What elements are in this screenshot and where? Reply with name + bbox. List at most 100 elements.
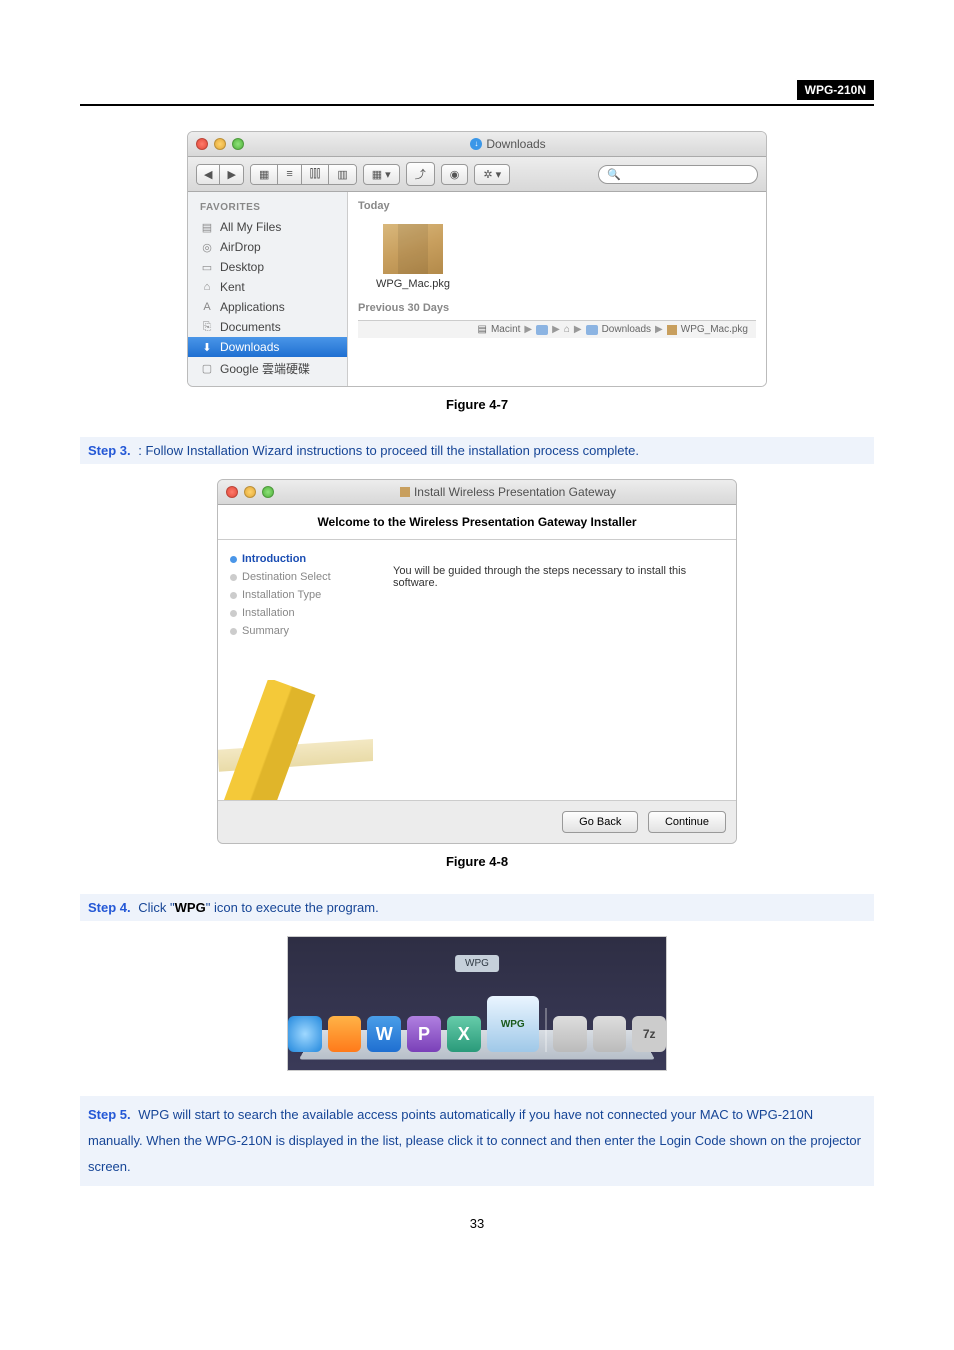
traffic-lights xyxy=(226,486,274,498)
installer-artwork xyxy=(218,680,373,800)
figure-caption: Figure 4-7 xyxy=(80,397,874,412)
step-text: : Follow Installation Wizard instruction… xyxy=(138,443,639,458)
coverflow-view-button[interactable]: ▥ xyxy=(329,165,355,184)
applications-icon: A xyxy=(200,300,214,314)
nav-label: Introduction xyxy=(242,553,306,565)
sidebar-item-documents[interactable]: ⎘Documents xyxy=(188,317,347,337)
package-icon xyxy=(400,487,410,497)
nav-label: Installation Type xyxy=(242,589,321,601)
chevron-right-icon: ▶ xyxy=(655,324,663,335)
close-icon[interactable] xyxy=(196,138,208,150)
path-segment[interactable]: Downloads xyxy=(602,324,651,335)
sidebar-heading: FAVORITES xyxy=(188,198,347,217)
sidebar-item-label: Applications xyxy=(220,300,285,314)
traffic-lights xyxy=(196,138,244,150)
chevron-right-icon: ▶ xyxy=(574,324,582,335)
sidebar-item-all-my-files[interactable]: ▤All My Files xyxy=(188,217,347,237)
nav-summary: Summary xyxy=(230,622,373,640)
dock-tooltip: WPG xyxy=(455,955,499,972)
installer-title: Install Wireless Presentation Gateway xyxy=(414,485,616,499)
step-text-prefix: Click " xyxy=(138,900,174,915)
step-text-suffix: " icon to execute the program. xyxy=(206,900,379,915)
dock-app-icon[interactable]: X xyxy=(447,1016,481,1052)
nav-introduction: Introduction xyxy=(230,550,373,568)
dock-wpg-icon[interactable]: WPG xyxy=(487,996,539,1052)
step-text: WPG will start to search the available a… xyxy=(88,1107,861,1174)
path-bar: ▤ Macint ▶ ▶ ⌂ ▶ Downloads ▶ WPG_Mac.pkg xyxy=(358,320,756,338)
chevron-right-icon: ▶ xyxy=(524,324,532,335)
minimize-icon[interactable] xyxy=(244,486,256,498)
dock-7z-icon[interactable]: 7z xyxy=(632,1016,666,1052)
arrange-button[interactable]: ▦ ▾ xyxy=(363,164,400,185)
step-dot-icon xyxy=(230,574,237,581)
step-dot-icon xyxy=(230,628,237,635)
sidebar-item-applications[interactable]: A Applications xyxy=(188,297,347,317)
documents-icon: ⎘ xyxy=(200,320,214,334)
search-input[interactable]: 🔍 xyxy=(598,165,758,184)
installer-body-text: You will be guided through the steps nec… xyxy=(393,565,716,589)
figure-caption: Figure 4-8 xyxy=(80,854,874,869)
close-icon[interactable] xyxy=(226,486,238,498)
sidebar-item-downloads[interactable]: ⬇Downloads xyxy=(188,337,347,357)
nav-label: Summary xyxy=(242,625,289,637)
action-button[interactable]: ✲ ▾ xyxy=(474,164,510,185)
installer-subtitle: Welcome to the Wireless Presentation Gat… xyxy=(218,505,736,540)
finder-toolbar: ◀ ▶ ▦ ≡ ⫿⫿⫿ ▥ ▦ ▾ ⤴ ◉ ✲ ▾ 🔍 xyxy=(188,157,766,192)
sidebar-item-kent[interactable]: ⌂Kent xyxy=(188,277,347,297)
finder-content: Today WPG_Mac.pkg Previous 30 Days ▤ Mac… xyxy=(348,192,766,386)
package-icon xyxy=(667,325,677,335)
installer-titlebar: Install Wireless Presentation Gateway xyxy=(218,480,736,505)
forward-button[interactable]: ▶ xyxy=(220,165,242,184)
installer-nav: Introduction Destination Select Installa… xyxy=(218,540,373,800)
downloads-title-icon: ↓ xyxy=(470,138,482,150)
airdrop-icon: ◎ xyxy=(200,240,214,254)
minimize-icon[interactable] xyxy=(214,138,226,150)
sidebar-item-label: Google 雲端硬碟 xyxy=(220,360,310,377)
view-buttons: ▦ ≡ ⫿⫿⫿ ▥ xyxy=(250,164,357,185)
chevron-right-icon: ▶ xyxy=(552,324,560,335)
path-segment[interactable]: WPG_Mac.pkg xyxy=(681,324,748,335)
package-icon xyxy=(383,224,443,274)
go-back-button[interactable]: Go Back xyxy=(562,811,638,833)
desktop-icon: ▭ xyxy=(200,260,214,274)
nav-installation: Installation xyxy=(230,604,373,622)
dock-app-icon[interactable] xyxy=(288,1016,322,1052)
zoom-icon[interactable] xyxy=(232,138,244,150)
dock-stack-icon[interactable] xyxy=(553,1016,587,1052)
section-today: Today xyxy=(358,198,756,218)
nav-label: Installation xyxy=(242,607,295,619)
icon-view-button[interactable]: ▦ xyxy=(251,165,278,184)
dock-app-icon[interactable]: W xyxy=(367,1016,401,1052)
path-segment[interactable]: Macint xyxy=(491,324,520,335)
disk-icon: ▤ xyxy=(478,324,487,335)
dock-stack-icon[interactable] xyxy=(593,1016,627,1052)
zoom-icon[interactable] xyxy=(262,486,274,498)
installer-content: You will be guided through the steps nec… xyxy=(373,540,736,800)
step-label: Step 5. xyxy=(88,1107,131,1122)
quicklook-button[interactable]: ◉ xyxy=(441,164,469,185)
home-icon: ⌂ xyxy=(564,324,570,335)
step-5: Step 5. WPG will start to search the ava… xyxy=(80,1096,874,1186)
dock-app-icon[interactable] xyxy=(328,1016,362,1052)
sidebar-item-label: AirDrop xyxy=(220,240,261,254)
header-rule xyxy=(80,104,874,106)
back-button[interactable]: ◀ xyxy=(197,165,220,184)
sidebar-item-airdrop[interactable]: ◎ AirDrop xyxy=(188,237,347,257)
wpg-icon-label: WPG xyxy=(501,1019,525,1030)
column-view-button[interactable]: ⫿⫿⫿ xyxy=(302,165,330,184)
sidebar-item-label: Kent xyxy=(220,280,245,294)
sidebar-item-label: All My Files xyxy=(220,220,281,234)
product-badge: WPG-210N xyxy=(797,80,874,100)
step-dot-icon xyxy=(230,610,237,617)
step-4: Step 4. Click "WPG" icon to execute the … xyxy=(80,894,874,921)
dock-icons: W P X WPG 7z xyxy=(288,996,666,1052)
file-tile[interactable]: WPG_Mac.pkg xyxy=(358,218,468,296)
sidebar-item-google-drive[interactable]: ▢Google 雲端硬碟 xyxy=(188,357,347,380)
finder-titlebar: ↓ Downloads xyxy=(188,132,766,157)
sidebar-item-desktop[interactable]: ▭Desktop xyxy=(188,257,347,277)
downloads-icon: ⬇ xyxy=(200,340,214,354)
dock-app-icon[interactable]: P xyxy=(407,1016,441,1052)
share-button[interactable]: ⤴ xyxy=(406,162,435,186)
continue-button[interactable]: Continue xyxy=(648,811,726,833)
list-view-button[interactable]: ≡ xyxy=(278,165,301,184)
